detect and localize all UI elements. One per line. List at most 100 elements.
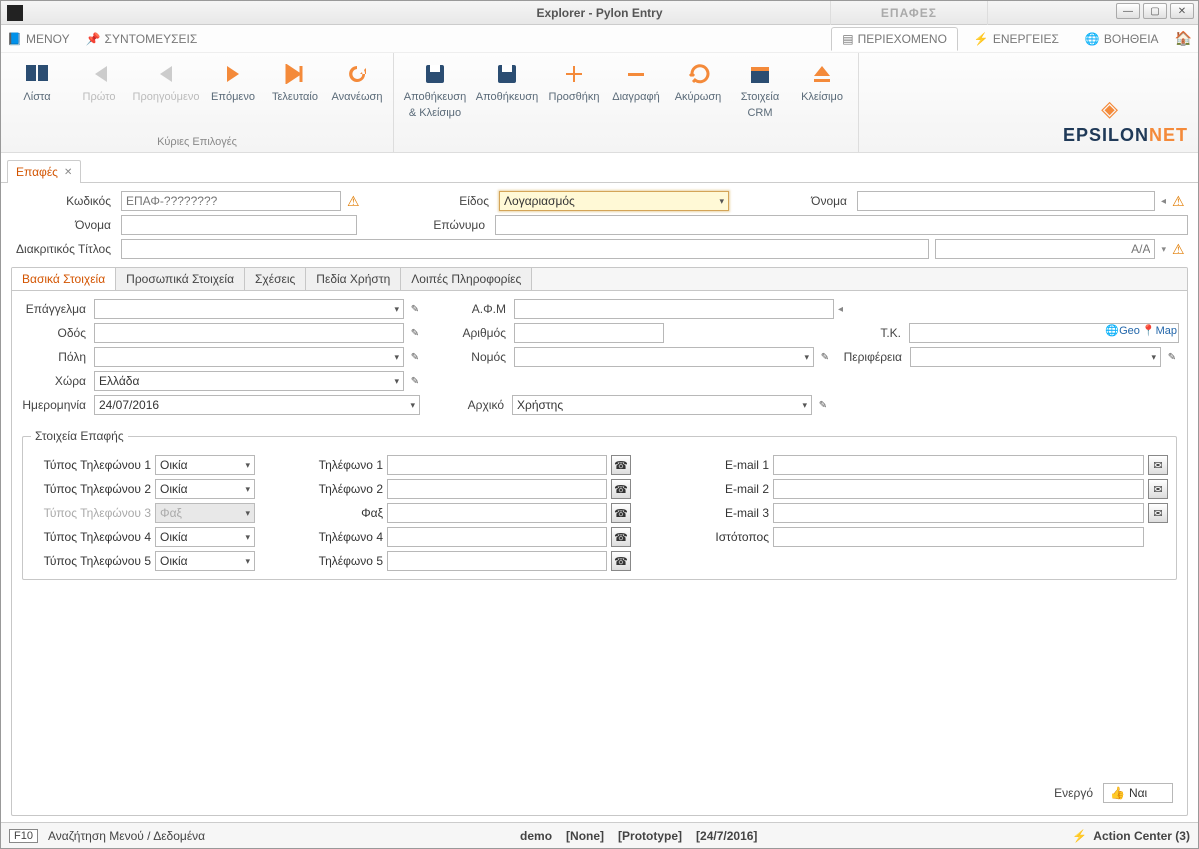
ribbon-save[interactable]: Αποθήκευση	[472, 57, 542, 123]
dist-title-input[interactable]	[121, 239, 929, 259]
app-window: Explorer - Pylon Entry ΕΠΑΦΕΣ — ▢ ✕ 📘 ΜΕ…	[0, 0, 1199, 849]
phone-dial-button[interactable]: ☎	[611, 479, 631, 499]
city-combo[interactable]: ▾	[94, 347, 404, 367]
pencil-icon[interactable]: ✎	[816, 400, 830, 411]
date-combo[interactable]: 24/07/2016▾	[94, 395, 420, 415]
ribbon-crm[interactable]: ΣτοιχείαCRM	[730, 57, 790, 123]
phone-4-input[interactable]	[387, 527, 607, 547]
fax-input[interactable]	[387, 503, 607, 523]
tab-personal[interactable]: Προσωπικά Στοιχεία	[116, 268, 245, 290]
minimize-button[interactable]: —	[1116, 3, 1140, 19]
tab-relations[interactable]: Σχέσεις	[245, 268, 306, 290]
email-3-input[interactable]	[773, 503, 1144, 523]
region-combo[interactable]: ▾	[910, 347, 1161, 367]
save-icon	[494, 61, 520, 87]
number-input[interactable]	[514, 323, 664, 343]
county-combo[interactable]: ▾	[514, 347, 814, 367]
ribbon-last[interactable]: Τελευταίο	[265, 57, 325, 107]
menu-main[interactable]: 📘 ΜΕΝΟΥ	[7, 32, 70, 46]
label-email-2: E-mail 2	[699, 482, 769, 496]
status-proto: [Prototype]	[618, 829, 682, 843]
phone-type-2[interactable]: Οικία▾	[155, 479, 255, 499]
app-icon	[7, 5, 23, 21]
tab-actions[interactable]: ⚡ ΕΝΕΡΓΕΙΕΣ	[964, 28, 1069, 50]
chevron-down-icon[interactable]: ▾	[1161, 244, 1166, 255]
fullname-input[interactable]	[857, 191, 1155, 211]
ribbon-save-close[interactable]: Αποθήκευση& Κλείσιμο	[400, 57, 470, 123]
ribbon-refresh[interactable]: Ανανέωση	[327, 57, 387, 107]
phone-type-4[interactable]: Οικία▾	[155, 527, 255, 547]
warning-icon: ⚠	[1172, 193, 1188, 210]
tab-userfields[interactable]: Πεδία Χρήστη	[306, 268, 401, 290]
close-tab-icon[interactable]: ✕	[64, 167, 72, 178]
lastname-input[interactable]	[495, 215, 1188, 235]
tab-content[interactable]: ▤ ΠΕΡΙΕΧΟΜΕΝΟ	[831, 27, 958, 51]
contact-groupbox: Στοιχεία Επαφής Τύπος Τηλεφώνου 1 Οικία▾…	[22, 429, 1177, 580]
origin-combo[interactable]: Χρήστης▾	[512, 395, 812, 415]
pencil-icon[interactable]: ✎	[408, 328, 422, 339]
context-tab-contacts[interactable]: ΕΠΑΦΕΣ	[830, 1, 988, 25]
pencil-icon[interactable]: ✎	[408, 304, 422, 315]
ribbon-prev[interactable]: Προηγούμενο	[131, 57, 201, 107]
form-area: Κωδικός ⚠ Είδος Λογαριασμός▾ Όνομα ◂ ⚠ Ό…	[1, 183, 1198, 822]
pencil-icon[interactable]: ✎	[1165, 352, 1179, 363]
tab-help[interactable]: 🌐 ΒΟΗΘΕΙΑ	[1075, 28, 1169, 50]
logo-symbol: ◈	[1101, 96, 1118, 122]
ribbon-cancel[interactable]: Ακύρωση	[668, 57, 728, 123]
email-send-button[interactable]: ✉	[1148, 503, 1168, 523]
label-kind: Είδος	[445, 194, 493, 208]
action-center-button[interactable]: ⚡ Action Center (3)	[1072, 829, 1190, 843]
email-2-input[interactable]	[773, 479, 1144, 499]
phone-5-input[interactable]	[387, 551, 607, 571]
pencil-icon[interactable]: ✎	[408, 352, 422, 363]
map-link[interactable]: 📍Map	[1142, 324, 1177, 337]
ribbon-first[interactable]: Πρώτο	[69, 57, 129, 107]
website-input[interactable]	[773, 527, 1144, 547]
label-active: Ενεργό	[1054, 786, 1097, 800]
code-input[interactable]	[121, 191, 341, 211]
phone-dial-button[interactable]: ☎	[611, 527, 631, 547]
profession-combo[interactable]: ▾	[94, 299, 404, 319]
maximize-button[interactable]: ▢	[1143, 3, 1167, 19]
phone-dial-button[interactable]: ☎	[611, 455, 631, 475]
email-1-input[interactable]	[773, 455, 1144, 475]
ribbon-list[interactable]: Λίστα	[7, 57, 67, 107]
phone-dial-button[interactable]: ☎	[611, 503, 631, 523]
phone-1-input[interactable]	[387, 455, 607, 475]
phone-2-input[interactable]	[387, 479, 607, 499]
email-send-button[interactable]: ✉	[1148, 455, 1168, 475]
first-icon	[86, 61, 112, 87]
active-toggle[interactable]: 👍 Ναι	[1103, 783, 1173, 803]
ribbon: Λίστα Πρώτο Προηγούμενο Επόμενο Τελευταί…	[1, 53, 1198, 153]
menu-shortcuts[interactable]: 📌 ΣΥΝΤΟΜΕΥΣΕΙΣ	[86, 32, 198, 46]
kind-combo[interactable]: Λογαριασμός▾	[499, 191, 729, 211]
phone-type-1[interactable]: Οικία▾	[155, 455, 255, 475]
doc-tab-contacts[interactable]: Επαφές ✕	[7, 160, 81, 183]
undo-icon	[685, 61, 711, 87]
collapse-icon[interactable]: ◂	[838, 304, 843, 315]
ribbon-close[interactable]: Κλείσιμο	[792, 57, 852, 123]
ribbon-next[interactable]: Επόμενο	[203, 57, 263, 107]
globe-icon: 🌐	[1085, 32, 1100, 46]
street-input[interactable]	[94, 323, 404, 343]
close-window-button[interactable]: ✕	[1170, 3, 1194, 19]
tab-basic[interactable]: Βασικά Στοιχεία	[12, 268, 116, 290]
geo-link[interactable]: 🌐Geo	[1105, 324, 1140, 337]
phone-type-5[interactable]: Οικία▾	[155, 551, 255, 571]
aa-input[interactable]	[935, 239, 1155, 259]
tab-other[interactable]: Λοιπές Πληροφορίες	[401, 268, 532, 290]
country-combo[interactable]: Ελλάδα▾	[94, 371, 404, 391]
pencil-icon[interactable]: ✎	[408, 376, 422, 387]
afm-input[interactable]	[514, 299, 834, 319]
ribbon-add[interactable]: Προσθήκη	[544, 57, 604, 123]
label-lastname: Επώνυμο	[419, 218, 489, 232]
home-button[interactable]: 🏠	[1175, 30, 1192, 47]
phone-dial-button[interactable]: ☎	[611, 551, 631, 571]
email-send-button[interactable]: ✉	[1148, 479, 1168, 499]
collapse-icon[interactable]: ◂	[1161, 196, 1166, 207]
status-search-hint[interactable]: Αναζήτηση Μενού / Δεδομένα	[48, 829, 205, 843]
label-phone-type-4: Τύπος Τηλεφώνου 4	[31, 530, 151, 544]
ribbon-delete[interactable]: Διαγραφή	[606, 57, 666, 123]
firstname-input[interactable]	[121, 215, 357, 235]
pencil-icon[interactable]: ✎	[818, 352, 832, 363]
